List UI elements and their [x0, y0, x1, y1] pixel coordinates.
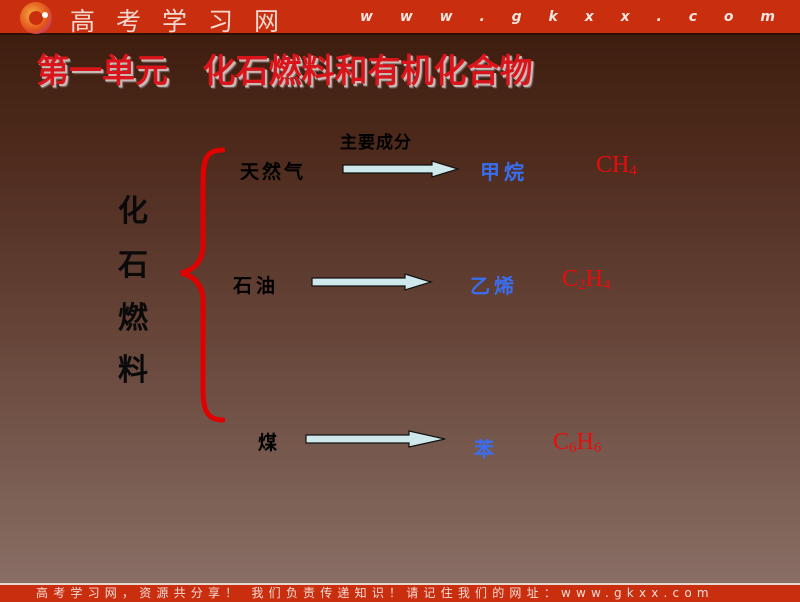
category-char: 石	[118, 248, 148, 283]
product-ethylene: 乙烯	[470, 274, 518, 298]
gkxx-logo-icon[interactable]	[20, 2, 52, 34]
formula-part: CH	[596, 152, 630, 178]
logo-dot	[42, 12, 48, 18]
footer-text[interactable]: 高考学习网，资源共分享！ 我们负责传递知识！请记住我们的网址：www.gkxx.…	[36, 585, 714, 602]
formula-subscript: 4	[602, 277, 611, 293]
formula-c2h4: C2H4	[562, 266, 610, 294]
slide-title: 第一单元 化石燃料和有机化合物	[36, 51, 533, 90]
source-natural-gas: 天然气	[240, 161, 307, 183]
formula-subscript: 6	[569, 440, 577, 456]
formula-part: C	[553, 429, 570, 455]
site-name[interactable]: 高考学习网	[70, 2, 300, 38]
formula-ch4: CH4	[596, 152, 637, 180]
category-char: 化	[118, 194, 148, 229]
formula-subscript: 4	[629, 163, 637, 179]
site-url[interactable]: w w w . g k x x . c o m	[360, 9, 786, 25]
logo-inner-ring	[29, 11, 43, 25]
source-coal: 煤	[258, 432, 278, 454]
category-char: 燃	[118, 301, 148, 336]
formula-part: H	[576, 429, 594, 455]
category-char: 料	[118, 353, 148, 388]
arrow-right-icon	[305, 430, 446, 448]
arrow-right-icon	[311, 273, 433, 291]
footer-banner: 高考学习网，资源共分享！ 我们负责传递知识！请记住我们的网址：www.gkxx.…	[0, 583, 800, 602]
header-banner: 高考学习网 w w w . g k x x . c o m	[0, 0, 800, 38]
arrow-right-icon	[342, 160, 460, 178]
curly-brace-icon	[180, 147, 225, 423]
formula-part: H	[585, 266, 603, 292]
formula-subscript: 6	[593, 440, 602, 456]
formula-c6h6: C6H6	[553, 429, 601, 457]
formula-part: C	[562, 266, 579, 292]
formula-subscript: 2	[578, 277, 586, 293]
product-benzene: 苯	[474, 437, 498, 461]
source-petroleum: 石油	[233, 275, 280, 297]
product-methane: 甲烷	[480, 160, 528, 184]
column-label-main-component: 主要成分	[340, 133, 412, 153]
